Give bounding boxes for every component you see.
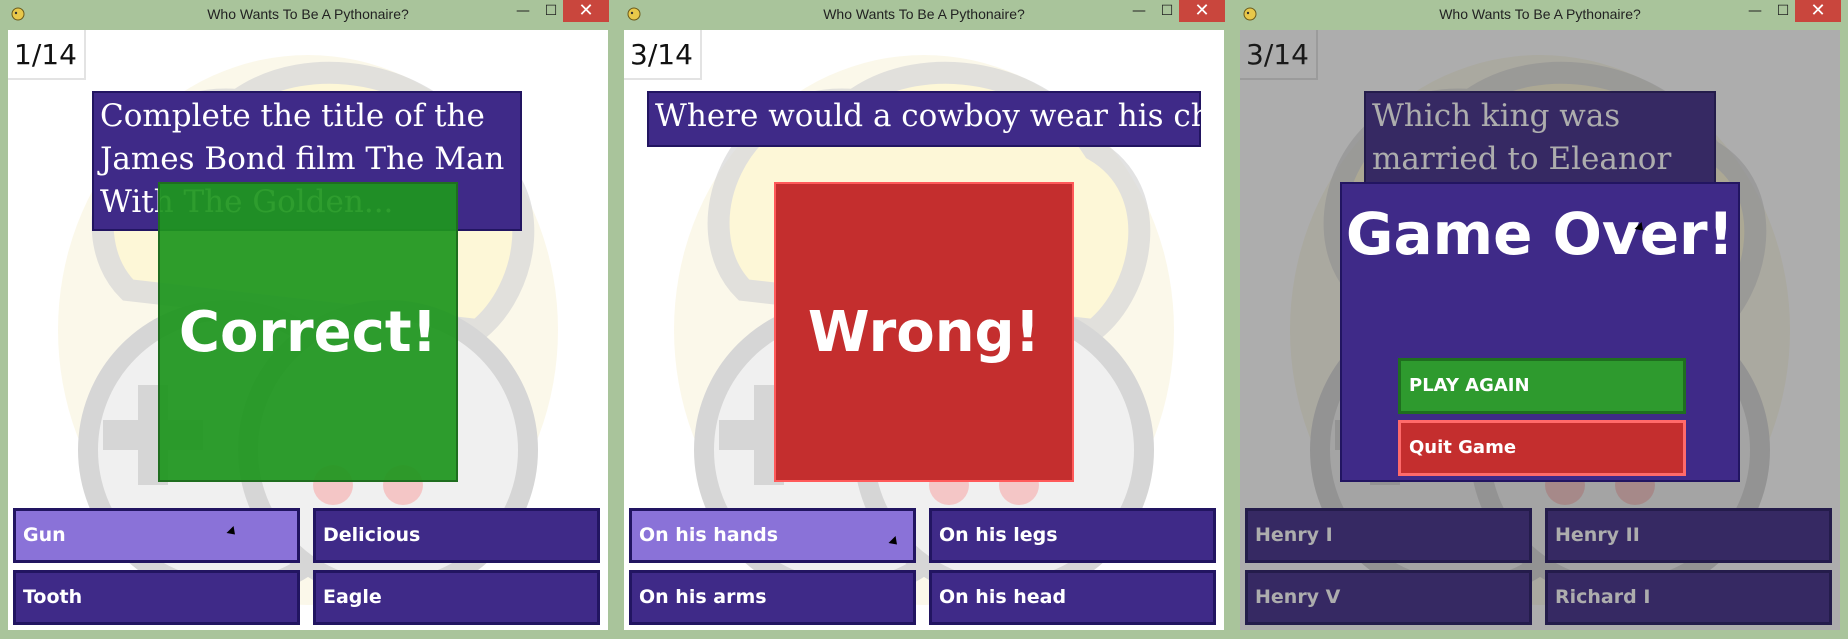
- question-counter: 3/14: [624, 30, 702, 80]
- game-over-dialog: Game Over! PLAY AGAIN Quit Game: [1340, 182, 1740, 482]
- minimize-button[interactable]: —: [1124, 0, 1154, 22]
- question-text: Where would a cowboy wear his chaps?: [647, 91, 1224, 147]
- game-canvas: 1/14 Complete the title of the James Bon…: [8, 30, 608, 630]
- title-bar[interactable]: Who Wants To Be A Pythonaire? — ☐ ✕: [1232, 0, 1848, 30]
- close-button[interactable]: ✕: [563, 0, 609, 22]
- minimize-button[interactable]: —: [1740, 0, 1770, 22]
- game-window-2: Who Wants To Be A Pythonaire? — ☐ ✕ 3/14…: [616, 0, 1232, 639]
- answer-button-b[interactable]: Delicious: [313, 508, 600, 563]
- play-again-button[interactable]: PLAY AGAIN: [1398, 358, 1686, 414]
- game-over-title: Game Over!: [1345, 200, 1735, 268]
- correct-result-banner: Correct!: [158, 182, 458, 482]
- maximize-button[interactable]: ☐: [536, 0, 566, 22]
- maximize-button[interactable]: ☐: [1768, 0, 1798, 22]
- game-canvas: 3/14 Where would a cowboy wear his chaps…: [624, 30, 1224, 630]
- minimize-button[interactable]: —: [508, 0, 538, 22]
- game-canvas: 3/14 Which king was married to Eleanor o…: [1240, 30, 1840, 630]
- answer-button-a[interactable]: On his hands: [629, 508, 916, 563]
- maximize-button[interactable]: ☐: [1152, 0, 1182, 22]
- question-counter: 1/14: [8, 30, 86, 80]
- game-window-1: Who Wants To Be A Pythonaire? — ☐ ✕ 1/14…: [0, 0, 616, 639]
- answer-button-c[interactable]: On his arms: [629, 570, 916, 625]
- wrong-result-banner: Wrong!: [774, 182, 1074, 482]
- answer-button-d[interactable]: Eagle: [313, 570, 600, 625]
- answer-button-a[interactable]: Gun: [13, 508, 300, 563]
- title-bar[interactable]: Who Wants To Be A Pythonaire? — ☐ ✕: [0, 0, 616, 30]
- answer-button-d[interactable]: On his head: [929, 570, 1216, 625]
- title-bar[interactable]: Who Wants To Be A Pythonaire? — ☐ ✕: [616, 0, 1232, 30]
- close-button[interactable]: ✕: [1179, 0, 1225, 22]
- close-button[interactable]: ✕: [1795, 0, 1841, 22]
- game-window-3: Who Wants To Be A Pythonaire? — ☐ ✕ 3/14…: [1232, 0, 1848, 639]
- answer-button-b[interactable]: On his legs: [929, 508, 1216, 563]
- answer-button-c[interactable]: Tooth: [13, 570, 300, 625]
- quit-game-button[interactable]: Quit Game: [1398, 420, 1686, 476]
